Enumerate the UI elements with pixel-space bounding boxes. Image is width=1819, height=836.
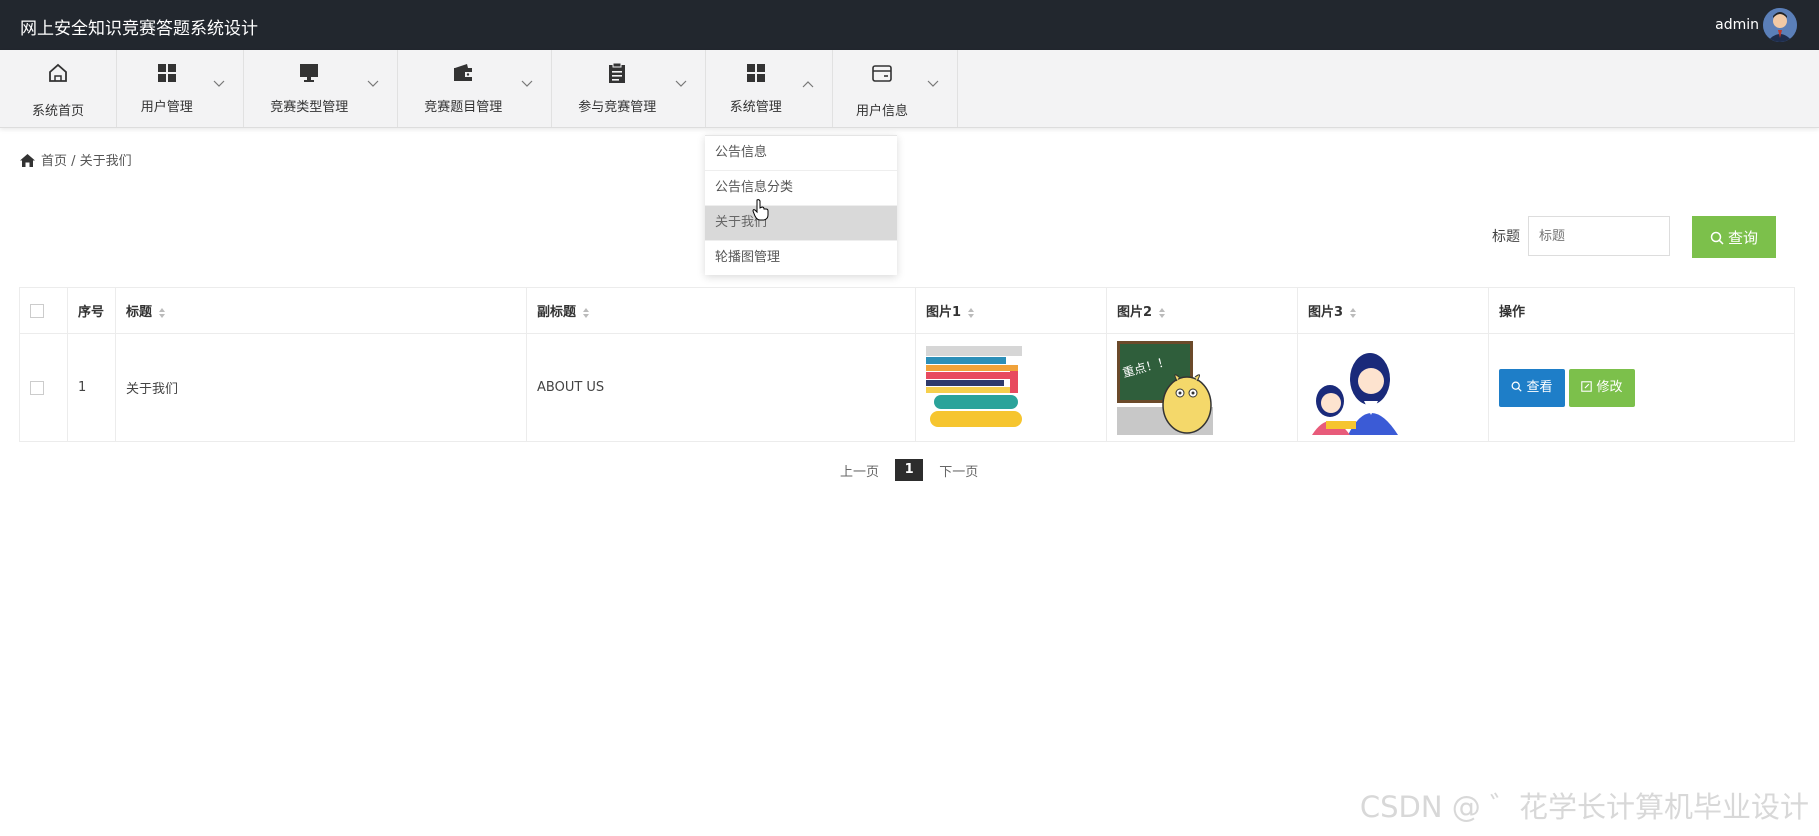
chevron-down-icon (675, 80, 687, 87)
table-header-row: 序号 标题 副标题 图片1 图片2 图片3 操作 (19, 287, 1795, 334)
nav-item-participation[interactable]: 参与竞赛管理 (551, 50, 706, 127)
menu-item-carousel[interactable]: 轮播图管理 (705, 241, 897, 275)
breadcrumb: 首页 / 关于我们 (20, 150, 132, 169)
next-page-link[interactable]: 下一页 (939, 461, 978, 480)
search-button-label: 查询 (1727, 228, 1758, 247)
table-row: 1 关于我们 ABOUT US 重点！！ 查看 修改 (19, 333, 1795, 442)
nav-item-questions[interactable]: 竞赛题目管理 (397, 50, 552, 127)
chevron-down-icon (521, 80, 533, 87)
edit-button-label: 修改 (1596, 379, 1623, 395)
search-button[interactable]: 查询 (1692, 216, 1776, 258)
top-bar: 网上安全知识竞赛答题系统设计 admin (0, 0, 1819, 50)
header-actions: 操作 (1488, 287, 1795, 334)
main-nav: 系统首页 用户管理 竞赛类型管理 竞赛题目管理 参与竞赛管理 系统管理 用户信息 (0, 50, 1819, 128)
search-icon (1512, 381, 1523, 392)
edit-icon (1581, 380, 1593, 392)
chevron-down-icon (213, 80, 225, 87)
home-icon[interactable] (20, 154, 35, 167)
header-select-all[interactable] (19, 287, 68, 334)
sort-icon[interactable] (1158, 307, 1166, 319)
header-subtitle[interactable]: 副标题 (526, 287, 916, 334)
nav-item-users[interactable]: 用户管理 (116, 50, 244, 127)
chevron-down-icon (367, 80, 379, 87)
system-menu-dropdown: 公告信息 公告信息分类 关于我们 轮播图管理 (705, 135, 897, 275)
image2-chalkboard-thumbnail[interactable]: 重点！！ (1117, 340, 1213, 435)
row-index: 1 (67, 333, 116, 442)
nav-item-home[interactable]: 系统首页 (0, 50, 117, 127)
header-title-label: 标题 (126, 305, 153, 320)
nav-label-home: 系统首页 (31, 104, 84, 119)
header-index: 序号 (67, 287, 116, 334)
card-icon (872, 65, 892, 82)
nav-label-contest-types: 竞赛类型管理 (270, 100, 349, 115)
menu-item-announcement-categories[interactable]: 公告信息分类 (705, 171, 897, 206)
grid-icon (157, 64, 176, 82)
header-image2[interactable]: 图片2 (1106, 287, 1298, 334)
menu-item-about-us[interactable]: 关于我们 (705, 206, 897, 241)
nav-item-system[interactable]: 系统管理 (705, 50, 833, 127)
row-subtitle: ABOUT US (526, 333, 916, 442)
nav-label-questions: 竞赛题目管理 (424, 100, 503, 115)
sort-icon[interactable] (158, 307, 166, 319)
row-select-cell[interactable] (19, 333, 68, 442)
search-input[interactable] (1528, 216, 1670, 256)
view-button-label: 查看 (1526, 379, 1553, 395)
edit-button[interactable]: 修改 (1569, 368, 1635, 407)
grid-icon (746, 64, 765, 82)
row-image1-cell (915, 333, 1107, 442)
watermark: CSDN @ ゛花学长计算机毕业设计 (1359, 790, 1809, 824)
nav-label-users: 用户管理 (140, 100, 193, 115)
nav-label-system: 系统管理 (729, 100, 782, 115)
nav-item-user-info[interactable]: 用户信息 (832, 50, 958, 127)
sort-icon[interactable] (582, 307, 590, 319)
image1-books-thumbnail[interactable] (926, 340, 1022, 435)
view-button[interactable]: 查看 (1499, 368, 1565, 407)
wallet-icon (454, 64, 473, 81)
hand-cursor-icon (752, 199, 769, 221)
row-actions-cell: 查看 修改 (1488, 333, 1795, 442)
row-image3-cell (1297, 333, 1489, 442)
breadcrumb-current: 关于我们 (79, 154, 132, 169)
prev-page-link[interactable]: 上一页 (840, 461, 879, 480)
select-all-checkbox[interactable] (30, 303, 44, 318)
home-icon (49, 63, 67, 82)
header-subtitle-label: 副标题 (537, 305, 577, 320)
username[interactable]: admin (1715, 17, 1759, 33)
chevron-up-icon (802, 81, 814, 88)
breadcrumb-home[interactable]: 首页 (41, 154, 67, 169)
nav-label-participation: 参与竞赛管理 (578, 100, 657, 115)
data-table: 序号 标题 副标题 图片1 图片2 图片3 操作 1 关于我们 ABOUT US (19, 287, 1795, 442)
current-page[interactable]: 1 (895, 459, 924, 481)
image3-study-thumbnail[interactable] (1308, 340, 1404, 435)
breadcrumb-separator: / (67, 154, 80, 169)
app-title: 网上安全知识竞赛答题系统设计 (20, 19, 258, 39)
monitor-icon (300, 64, 319, 82)
nav-label-user-info: 用户信息 (855, 104, 908, 119)
sort-icon[interactable] (967, 307, 975, 319)
header-image1-label: 图片1 (926, 305, 962, 320)
header-image2-label: 图片2 (1117, 305, 1153, 320)
row-checkbox[interactable] (30, 380, 44, 395)
pagination: 上一页 1 下一页 (840, 459, 978, 481)
chevron-down-icon (927, 80, 939, 87)
nav-item-contest-types[interactable]: 竞赛类型管理 (243, 50, 398, 127)
search-label: 标题 (1492, 229, 1520, 245)
header-image1[interactable]: 图片1 (915, 287, 1107, 334)
header-image3-label: 图片3 (1308, 305, 1344, 320)
clipboard-icon (609, 62, 626, 83)
header-title[interactable]: 标题 (115, 287, 527, 334)
sort-icon[interactable] (1349, 307, 1357, 319)
row-title: 关于我们 (115, 333, 527, 442)
row-image2-cell: 重点！！ (1106, 333, 1298, 442)
avatar[interactable] (1763, 8, 1797, 42)
header-image3[interactable]: 图片3 (1297, 287, 1489, 334)
search-icon (1710, 231, 1724, 245)
menu-item-announcements[interactable]: 公告信息 (705, 136, 897, 171)
